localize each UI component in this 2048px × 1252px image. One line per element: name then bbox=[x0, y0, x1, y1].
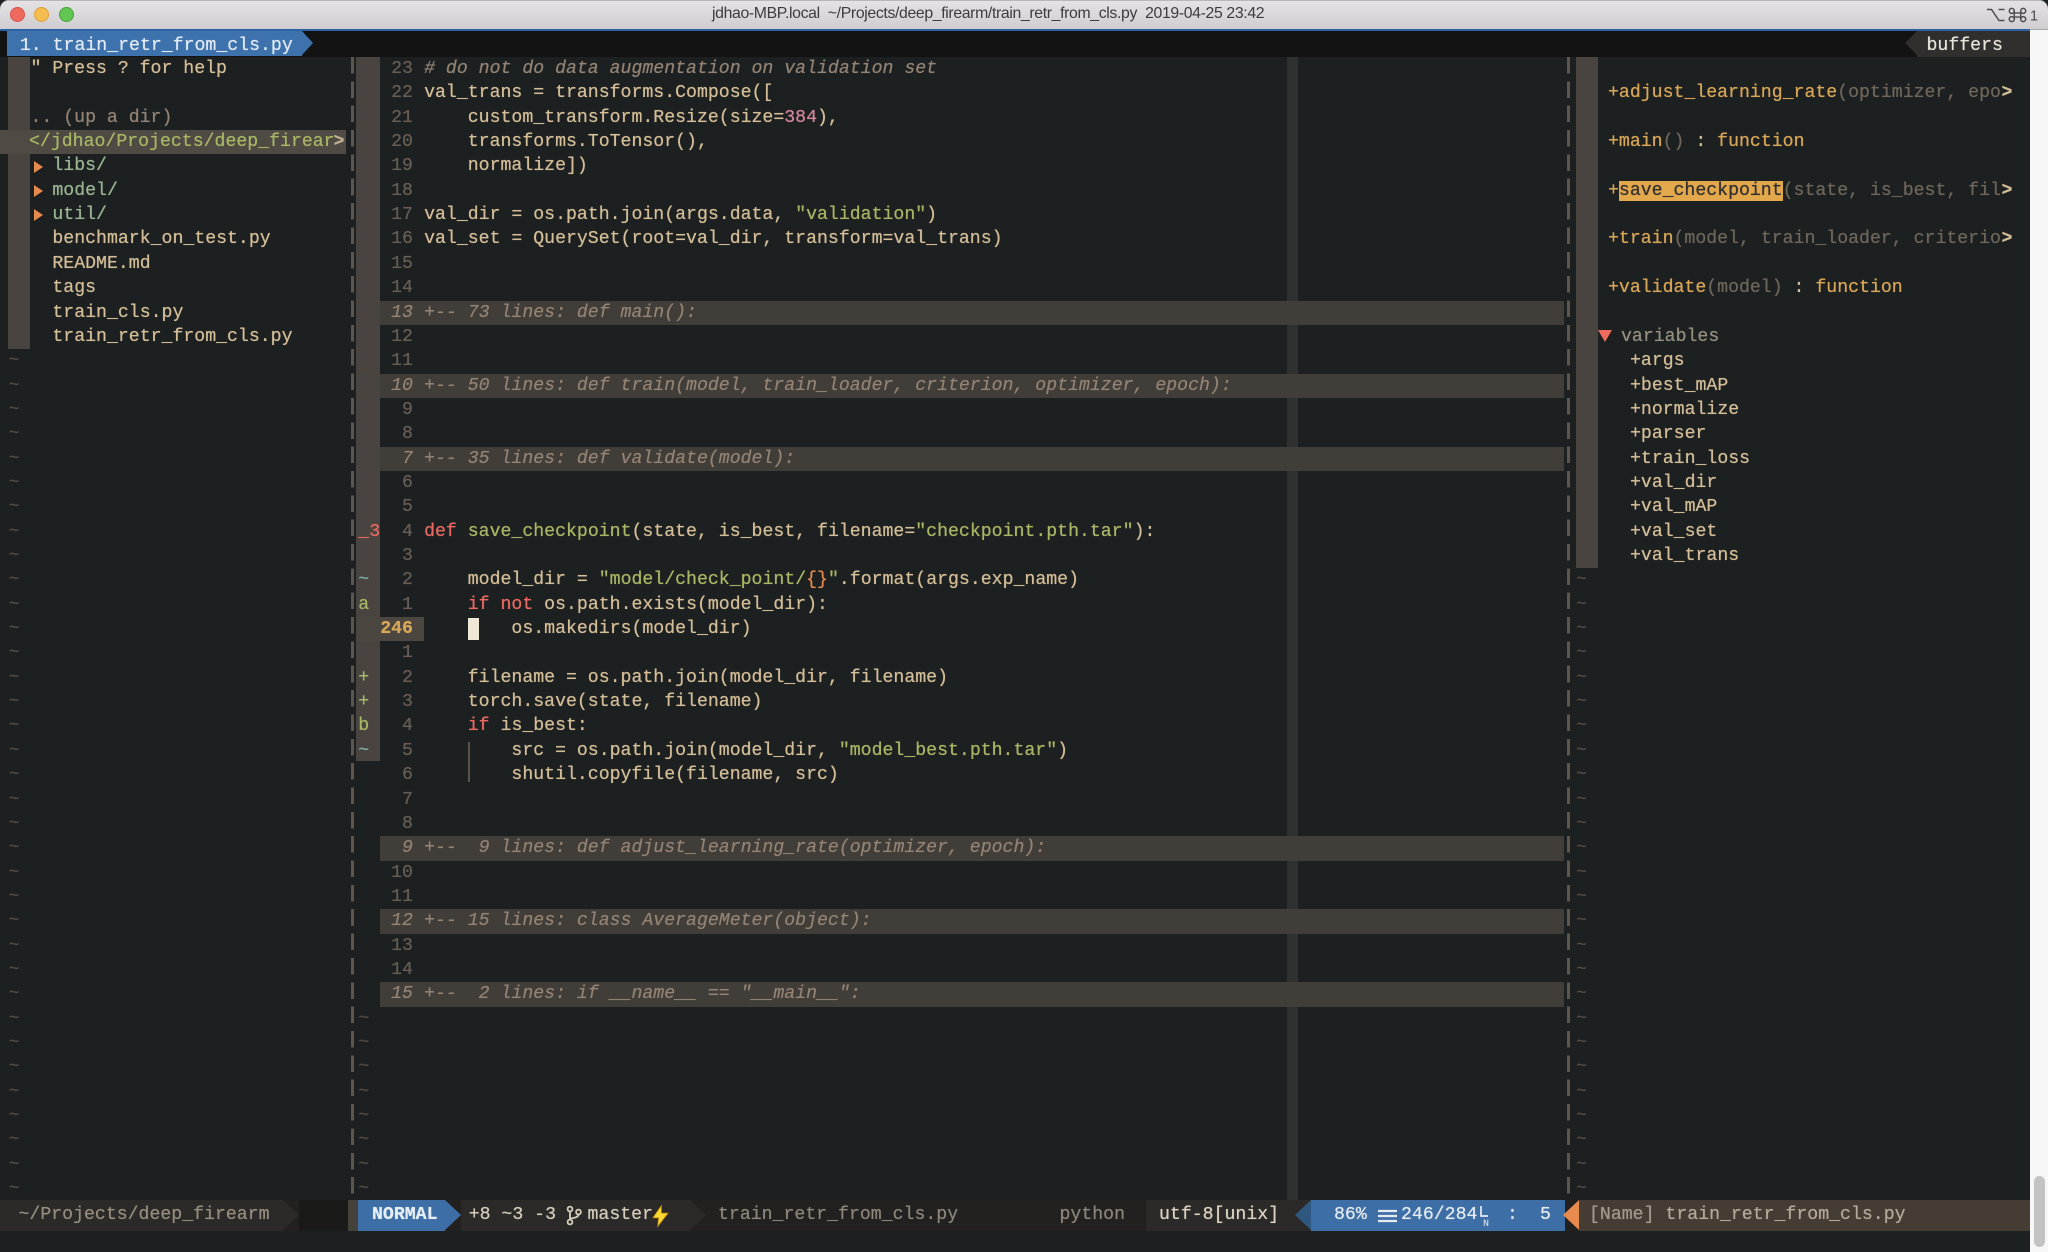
svg-text:N: N bbox=[1483, 1219, 1489, 1227]
svg-text:1: 1 bbox=[2030, 9, 2038, 25]
